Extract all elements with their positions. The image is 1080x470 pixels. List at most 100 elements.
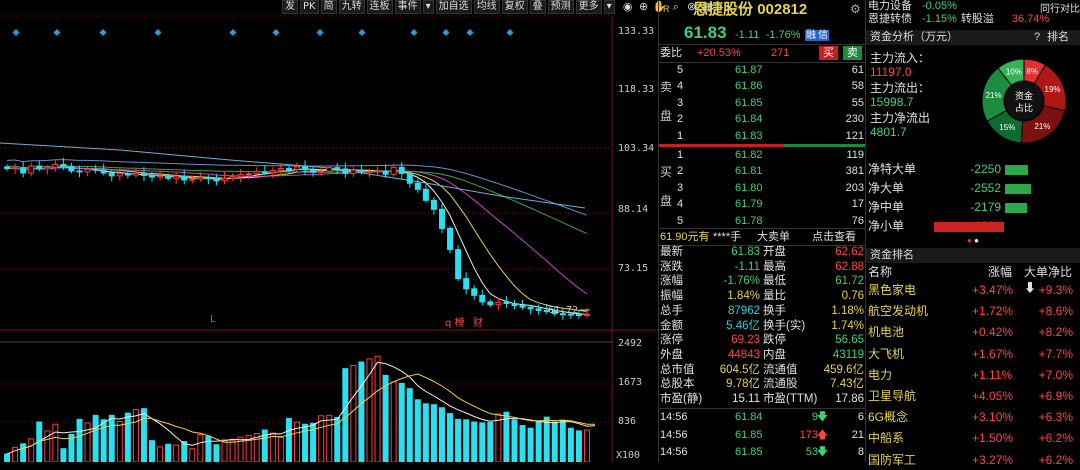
event-marker[interactable] (442, 28, 450, 37)
volume-bar[interactable] (229, 440, 236, 462)
bid-row[interactable]: 3 61.80 203 (659, 180, 866, 197)
candle-body[interactable] (438, 208, 445, 229)
candle-body[interactable] (197, 176, 204, 180)
ask-row[interactable]: 2 61.84 230 (659, 111, 866, 128)
volume-bar[interactable] (463, 419, 470, 462)
volume-bar[interactable] (575, 430, 582, 462)
volume-bar[interactable] (84, 422, 91, 462)
candle-body[interactable] (390, 166, 397, 175)
event-marker[interactable] (229, 28, 237, 37)
volume-bar[interactable] (326, 414, 333, 462)
candle-body[interactable] (414, 182, 421, 190)
volume-bar[interactable] (471, 421, 478, 462)
candle-body[interactable] (277, 168, 284, 172)
volume-bar[interactable] (398, 382, 405, 462)
big-order-row[interactable]: 61.90元有 ****手 大卖单 点击查看 (659, 228, 866, 246)
peer-compare-link[interactable]: 同行对比 (1040, 0, 1080, 15)
eye-icon[interactable]: ◉ (621, 0, 635, 14)
volume-bar[interactable] (28, 438, 35, 462)
toolbar-button[interactable]: 复权 (501, 0, 528, 14)
event-marker[interactable] (358, 28, 366, 37)
sector-row[interactable]: 机电池 +0.42% +8.2% (866, 322, 1077, 342)
event-marker[interactable] (506, 28, 514, 37)
volume-bar[interactable] (173, 444, 180, 462)
candle-body[interactable] (495, 301, 502, 306)
candle-body[interactable] (366, 170, 373, 173)
ask-row[interactable]: 5 61.87 61 (659, 62, 866, 79)
candle-body[interactable] (382, 170, 389, 175)
pager-dots[interactable]: ● ● (967, 236, 979, 245)
candle-body[interactable] (4, 166, 11, 170)
bid-row[interactable]: 2 61.81 381 (659, 163, 866, 180)
volume-bar[interactable] (438, 407, 445, 462)
toolbar-button[interactable]: PK (300, 0, 319, 14)
volume-bar[interactable] (414, 399, 421, 462)
related-bond[interactable]: 恩捷转债 (868, 13, 912, 25)
candle-body[interactable] (157, 175, 164, 178)
candle-body[interactable] (12, 167, 19, 170)
volume-bar[interactable] (189, 448, 196, 462)
volume-bar[interactable] (559, 419, 566, 462)
candle-body[interactable] (68, 165, 75, 172)
candle-body[interactable] (28, 165, 35, 174)
event-marker[interactable] (316, 28, 324, 37)
candle-body[interactable] (189, 178, 196, 181)
event-marker[interactable] (272, 28, 280, 37)
volume-bar[interactable] (390, 381, 397, 462)
toolbar-button[interactable]: 事件 (394, 0, 421, 14)
candle-body[interactable] (583, 313, 590, 316)
candle-body[interactable] (455, 249, 462, 280)
help-icon[interactable]: ? (1034, 30, 1040, 45)
candle-body[interactable] (527, 306, 534, 310)
candle-body[interactable] (406, 172, 413, 184)
volume-bar[interactable] (149, 440, 156, 462)
volume-bar[interactable] (197, 433, 204, 462)
sector-row[interactable]: 黑色家电 +3.47% +9.3% (866, 280, 1077, 300)
chart-marker-q[interactable]: q 榜 (445, 314, 465, 329)
volume-bar[interactable] (358, 361, 365, 462)
volume-bar[interactable] (535, 420, 542, 462)
industry-name[interactable]: 电力设备 (868, 0, 912, 12)
toolbar-button[interactable]: 均线 (473, 0, 500, 14)
toolbar-button[interactable]: 发 (282, 0, 298, 14)
event-marker[interactable] (12, 28, 20, 37)
candle-body[interactable] (20, 167, 27, 174)
volume-bar[interactable] (567, 427, 574, 462)
volume-bar[interactable] (205, 435, 212, 462)
ask-row[interactable]: 1 61.83 121 (659, 128, 866, 145)
candle-body[interactable] (511, 302, 518, 307)
sector-row[interactable]: 国防军工 +3.27% +6.2% (866, 450, 1077, 470)
volume-bar[interactable] (285, 417, 292, 462)
volume-bar[interactable] (503, 411, 510, 462)
volume-bar[interactable] (495, 413, 502, 462)
candle-body[interactable] (398, 166, 405, 174)
volume-bar[interactable] (221, 439, 228, 462)
toolbar-button[interactable]: 叠 (529, 0, 546, 14)
candle-body[interactable] (358, 169, 365, 173)
ask-row[interactable]: 3 61.85 55 (659, 95, 866, 112)
toolbar-button[interactable]: 简 (320, 0, 337, 14)
volume-bar[interactable] (12, 446, 19, 462)
zoom-in-icon[interactable]: ⊕ (637, 0, 651, 14)
volume-bar[interactable] (374, 355, 381, 462)
volume-bar[interactable] (527, 427, 534, 462)
candle-body[interactable] (479, 294, 486, 303)
candle-body[interactable] (334, 167, 341, 170)
sell-button[interactable]: 卖 (843, 46, 862, 60)
sector-row[interactable]: 中船系 +1.50% +6.2% (866, 428, 1077, 448)
volume-bar[interactable] (551, 421, 558, 462)
candle-body[interactable] (165, 175, 172, 179)
net-flow-row[interactable]: 净特大单 -2250 (866, 160, 1077, 179)
volume-bar[interactable] (406, 388, 413, 462)
candle-body[interactable] (149, 174, 156, 178)
candle-body[interactable] (100, 169, 107, 174)
volume-bar[interactable] (487, 421, 494, 462)
candle-body[interactable] (463, 278, 470, 290)
volume-bar[interactable] (52, 423, 59, 462)
volume-bar[interactable] (157, 446, 164, 462)
volume-bar[interactable] (479, 422, 486, 462)
candle-body[interactable] (430, 199, 437, 210)
candle-body[interactable] (471, 288, 478, 296)
candle-body[interactable] (253, 171, 260, 175)
candle-body[interactable] (52, 163, 59, 168)
